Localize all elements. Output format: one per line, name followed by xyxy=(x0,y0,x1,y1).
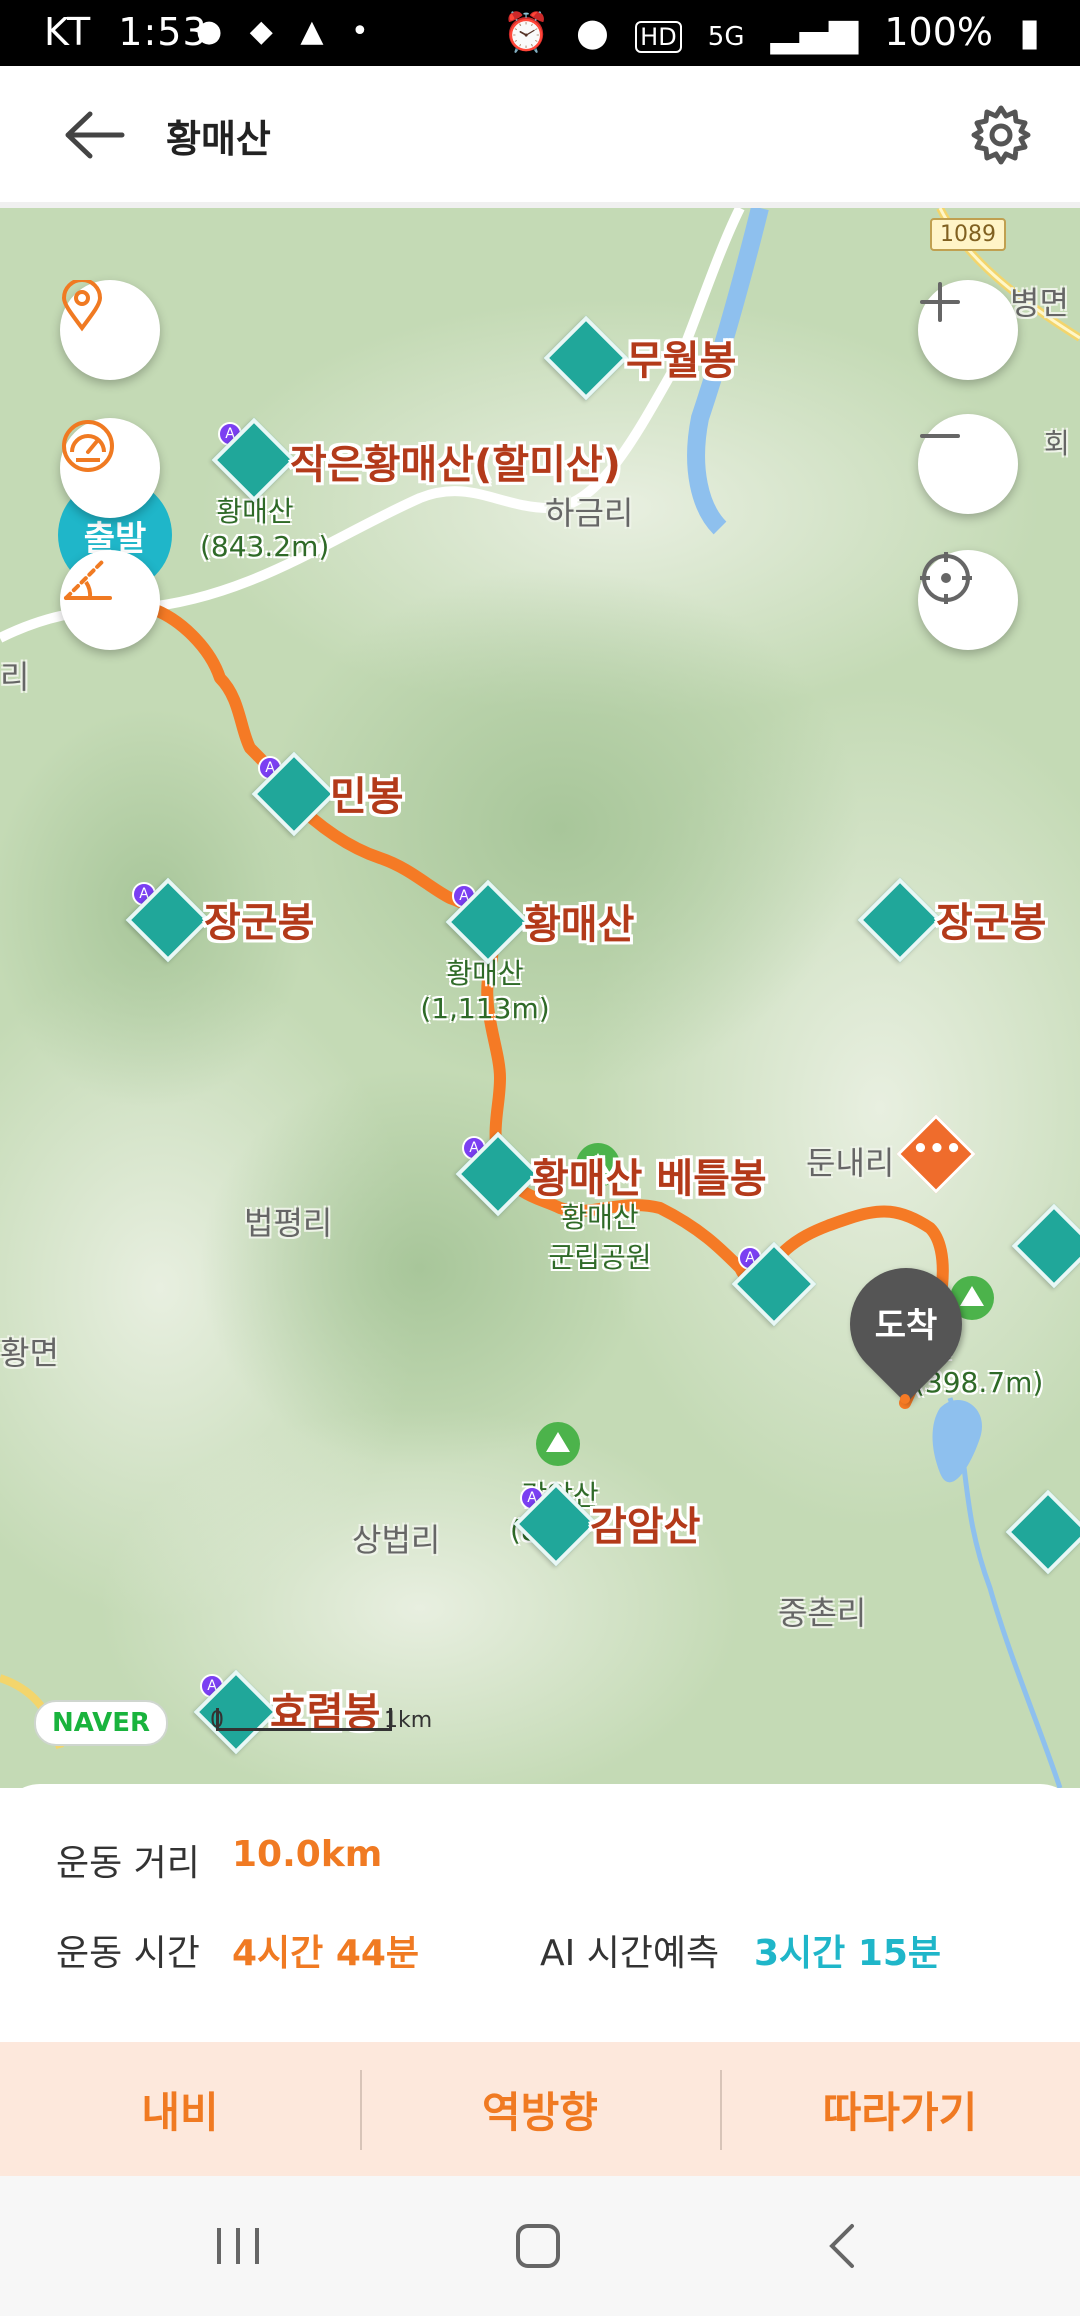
carrier: KT xyxy=(44,10,92,54)
more-dots-icon: ••• xyxy=(912,1134,962,1164)
gear-icon xyxy=(971,105,1031,165)
signal-icon: ▂▄▆ xyxy=(770,10,859,54)
location-icon: ● xyxy=(575,10,610,54)
time-label: 운동 시간 xyxy=(56,1933,200,1974)
time-value: 4시간 44분 xyxy=(232,1933,420,1974)
location-pin-icon xyxy=(61,280,103,332)
battery-icon: ▮ xyxy=(1019,10,1040,54)
place-label: 상법리 xyxy=(352,1521,441,1559)
plus-icon xyxy=(920,282,960,322)
end-marker-label: 도착 xyxy=(874,1306,938,1346)
place-label: 둔내리 xyxy=(806,1144,895,1182)
follow-button[interactable]: 따라가기 xyxy=(720,2042,1080,2176)
action-bar: 내비 역방향 따라가기 xyxy=(0,2042,1080,2176)
status-bar: KT 1:53 ● ◆ ▲ • ⏰ ● HD 5G ▂▄▆ 100% ▮ xyxy=(0,0,1080,66)
back-button[interactable] xyxy=(60,108,130,162)
navi-button[interactable]: 내비 xyxy=(0,2042,360,2176)
back-nav-button[interactable] xyxy=(782,2216,902,2276)
settings-button[interactable] xyxy=(970,104,1032,166)
hd-icon: HD xyxy=(635,21,682,53)
speedometer-icon xyxy=(62,420,114,472)
place-label: 중촌리 xyxy=(778,1594,867,1632)
naver-logo: NAVER xyxy=(34,1700,169,1746)
place-label: 법평리 xyxy=(244,1204,333,1242)
recent-apps-icon xyxy=(217,2228,259,2264)
park-sub-label: 황매산 군립공원 xyxy=(548,1201,652,1274)
minus-icon xyxy=(920,434,960,438)
place-label: 회 xyxy=(1044,427,1070,460)
distance-label: 운동 거리 xyxy=(56,1843,200,1884)
chevron-left-icon xyxy=(829,2224,854,2268)
speedometer-button[interactable] xyxy=(60,418,160,518)
scale-unit: 1km xyxy=(384,1708,433,1733)
ai-time-label: AI 시간예측 xyxy=(540,1933,720,1974)
distance-value: 10.0km xyxy=(232,1834,383,1875)
battery-level: 100% xyxy=(884,10,993,54)
shoe-icon: ◆ xyxy=(249,14,273,49)
place-label: 황면 xyxy=(0,1334,59,1372)
recent-apps-button[interactable] xyxy=(178,2216,298,2276)
slope-button[interactable] xyxy=(60,550,160,650)
crosshair-icon xyxy=(920,552,972,604)
slope-icon xyxy=(64,558,112,600)
mountain-sub-label: 황매산 (1,113m) xyxy=(420,957,550,1025)
arrow-left-icon xyxy=(65,111,125,159)
place-label: 하금리 xyxy=(545,494,634,532)
end-point-dot xyxy=(900,1394,910,1404)
app-icon: ▲ xyxy=(300,14,324,49)
system-nav-bar xyxy=(0,2176,1080,2316)
info-panel: 운동 거리 10.0km 운동 시간 4시간 44분 AI 시간예측 3시간 1… xyxy=(0,1784,1080,2042)
clock: 1:53 xyxy=(118,10,208,54)
5g-icon: 5G xyxy=(707,22,745,52)
scale-bar xyxy=(216,1708,392,1731)
home-button[interactable] xyxy=(478,2216,598,2276)
my-location-button[interactable] xyxy=(918,550,1018,650)
map-view[interactable]: 1089 하금리 법평리 상법리 둔내리 중촌리 리 황면 병면 회 황매산 (… xyxy=(0,208,1080,1788)
alarm-icon: ⏰ xyxy=(502,10,550,54)
place-label: 병면 xyxy=(1010,284,1069,322)
talk-icon: ● xyxy=(196,14,223,49)
dot-icon: • xyxy=(350,14,369,49)
zoom-out-button[interactable] xyxy=(918,414,1018,514)
place-label: 리 xyxy=(0,658,30,696)
scale-zero: 0 xyxy=(210,1708,224,1733)
reverse-button[interactable]: 역방향 xyxy=(360,2042,720,2176)
page-title: 황매산 xyxy=(166,117,271,161)
ai-time-value: 3시간 15분 xyxy=(754,1933,942,1974)
home-icon xyxy=(516,2224,560,2268)
app-bar: 황매산 xyxy=(0,66,1080,210)
location-pin-button[interactable] xyxy=(60,280,160,380)
road-number-sign: 1089 xyxy=(930,218,1006,251)
zoom-in-button[interactable] xyxy=(918,280,1018,380)
